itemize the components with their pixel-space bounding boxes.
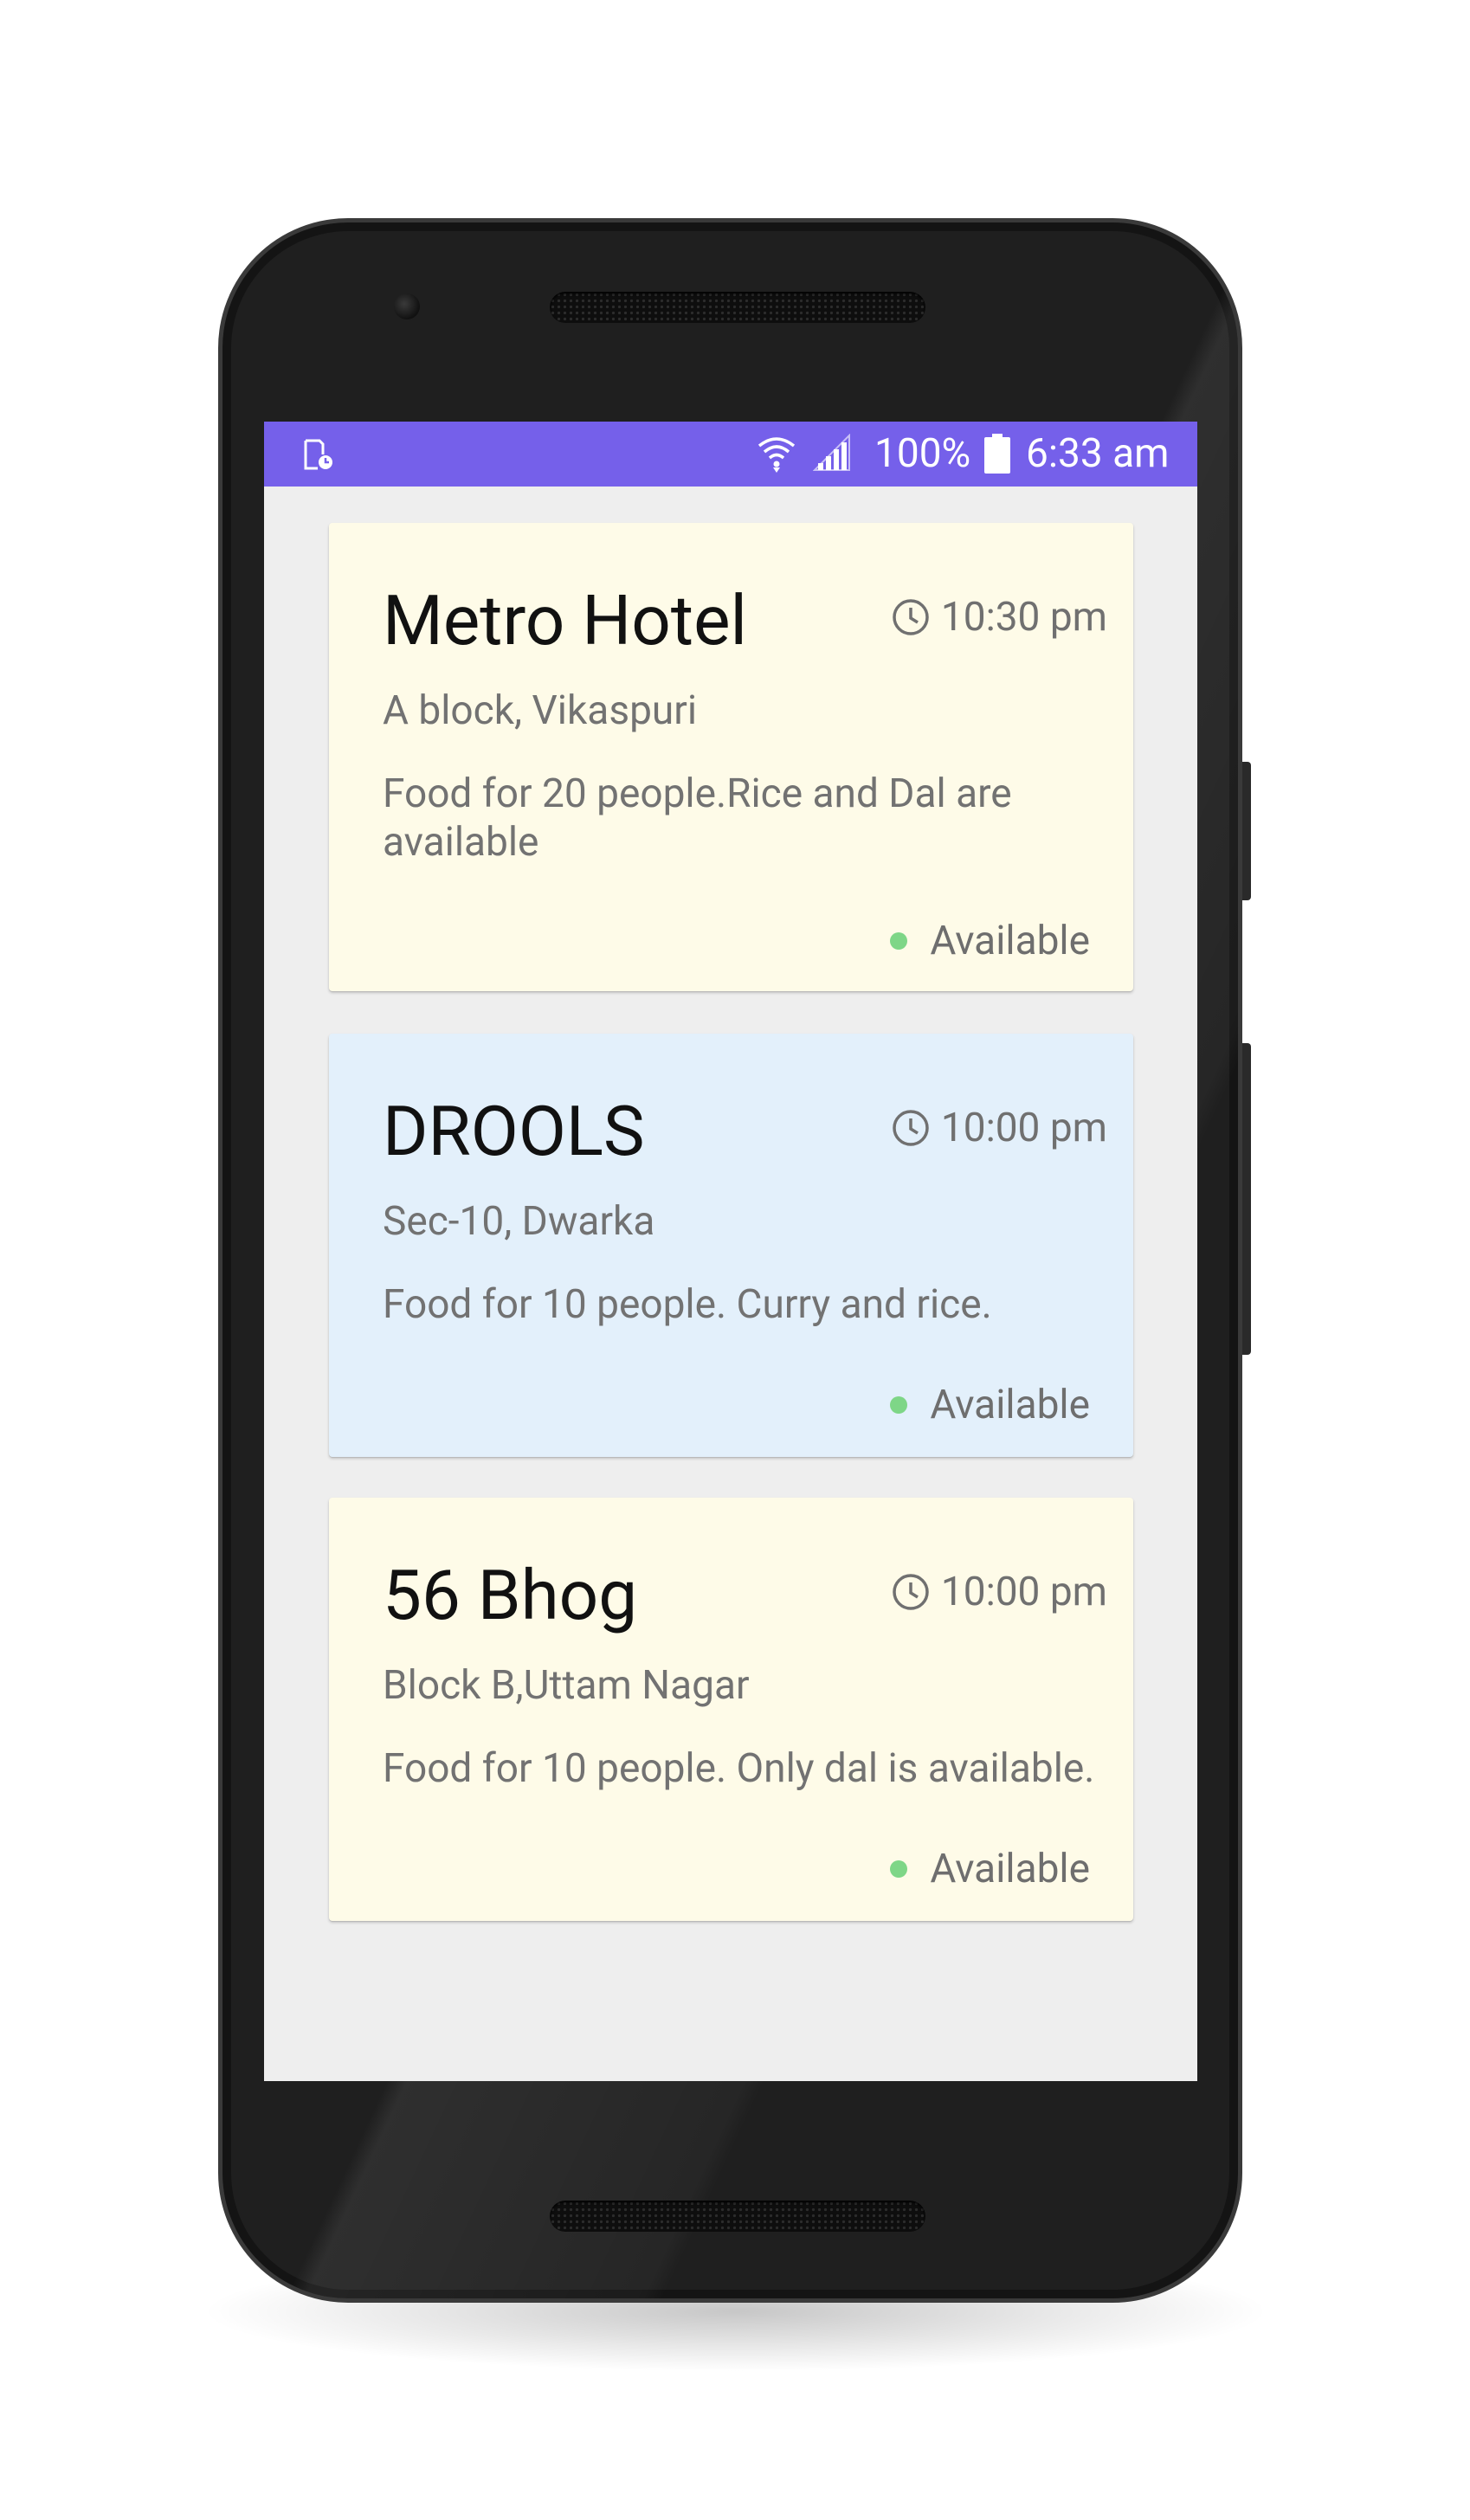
availability-status: Available — [890, 917, 1090, 965]
restaurant-name: DROOLS — [383, 1091, 645, 1172]
pickup-time-label: 10:00 pm — [940, 1569, 1107, 1615]
clock-icon — [893, 599, 929, 635]
restaurant-name: 56 Bhog — [383, 1555, 638, 1636]
restaurant-name: Metro Hotel — [383, 580, 747, 661]
availability-label: Available — [930, 1382, 1090, 1428]
food-description: Food for 20 people.Rice and Dal are avai… — [383, 770, 1012, 866]
listing-card[interactable]: DROOLS 10:00 pm Sec-10, Dwarka Food for … — [329, 1034, 1133, 1457]
pickup-time-label: 10:30 pm — [940, 594, 1107, 641]
status-dot-icon — [890, 1396, 908, 1414]
battery-icon — [984, 434, 1010, 474]
address: Block B,Uttam Nagar — [383, 1662, 750, 1709]
pickup-time-label: 10:00 pm — [940, 1105, 1107, 1151]
pickup-time: 10:00 pm — [891, 1104, 1107, 1152]
battery-percent: 100% — [874, 430, 971, 477]
clock-icon — [893, 1110, 929, 1146]
listing-card[interactable]: 56 Bhog 10:00 pm Block B,Uttam Nagar Foo… — [329, 1498, 1133, 1921]
status-dot-icon — [890, 932, 908, 950]
clock-icon — [893, 1574, 929, 1610]
address: A block, Vikaspuri — [383, 687, 698, 734]
status-dot-icon — [890, 1860, 908, 1878]
status-bar: 100% 6:33 am — [264, 422, 1197, 487]
front-camera — [394, 293, 420, 319]
pickup-time: 10:00 pm — [891, 1568, 1107, 1616]
signal-icon — [813, 434, 850, 471]
availability-status: Available — [890, 1845, 1090, 1893]
pickup-time: 10:30 pm — [891, 593, 1107, 641]
address: Sec-10, Dwarka — [383, 1198, 655, 1245]
availability-status: Available — [890, 1381, 1090, 1429]
listing-card[interactable]: Metro Hotel 10:30 pm A block, Vikaspuri … — [329, 523, 1133, 991]
sim-clock-icon — [304, 439, 332, 470]
wifi-icon — [758, 437, 796, 473]
status-clock: 6:33 am — [1026, 430, 1170, 477]
bottom-speaker — [550, 2201, 925, 2232]
food-description: Food for 10 people. Curry and rice. — [383, 1281, 992, 1328]
earpiece-speaker — [550, 292, 925, 323]
availability-label: Available — [930, 918, 1090, 964]
app-screen: 100% 6:33 am Metro Hotel 10:30 pm A bloc… — [264, 422, 1197, 2081]
availability-label: Available — [930, 1846, 1090, 1892]
food-description: Food for 10 people. Only dal is availabl… — [383, 1745, 1095, 1792]
